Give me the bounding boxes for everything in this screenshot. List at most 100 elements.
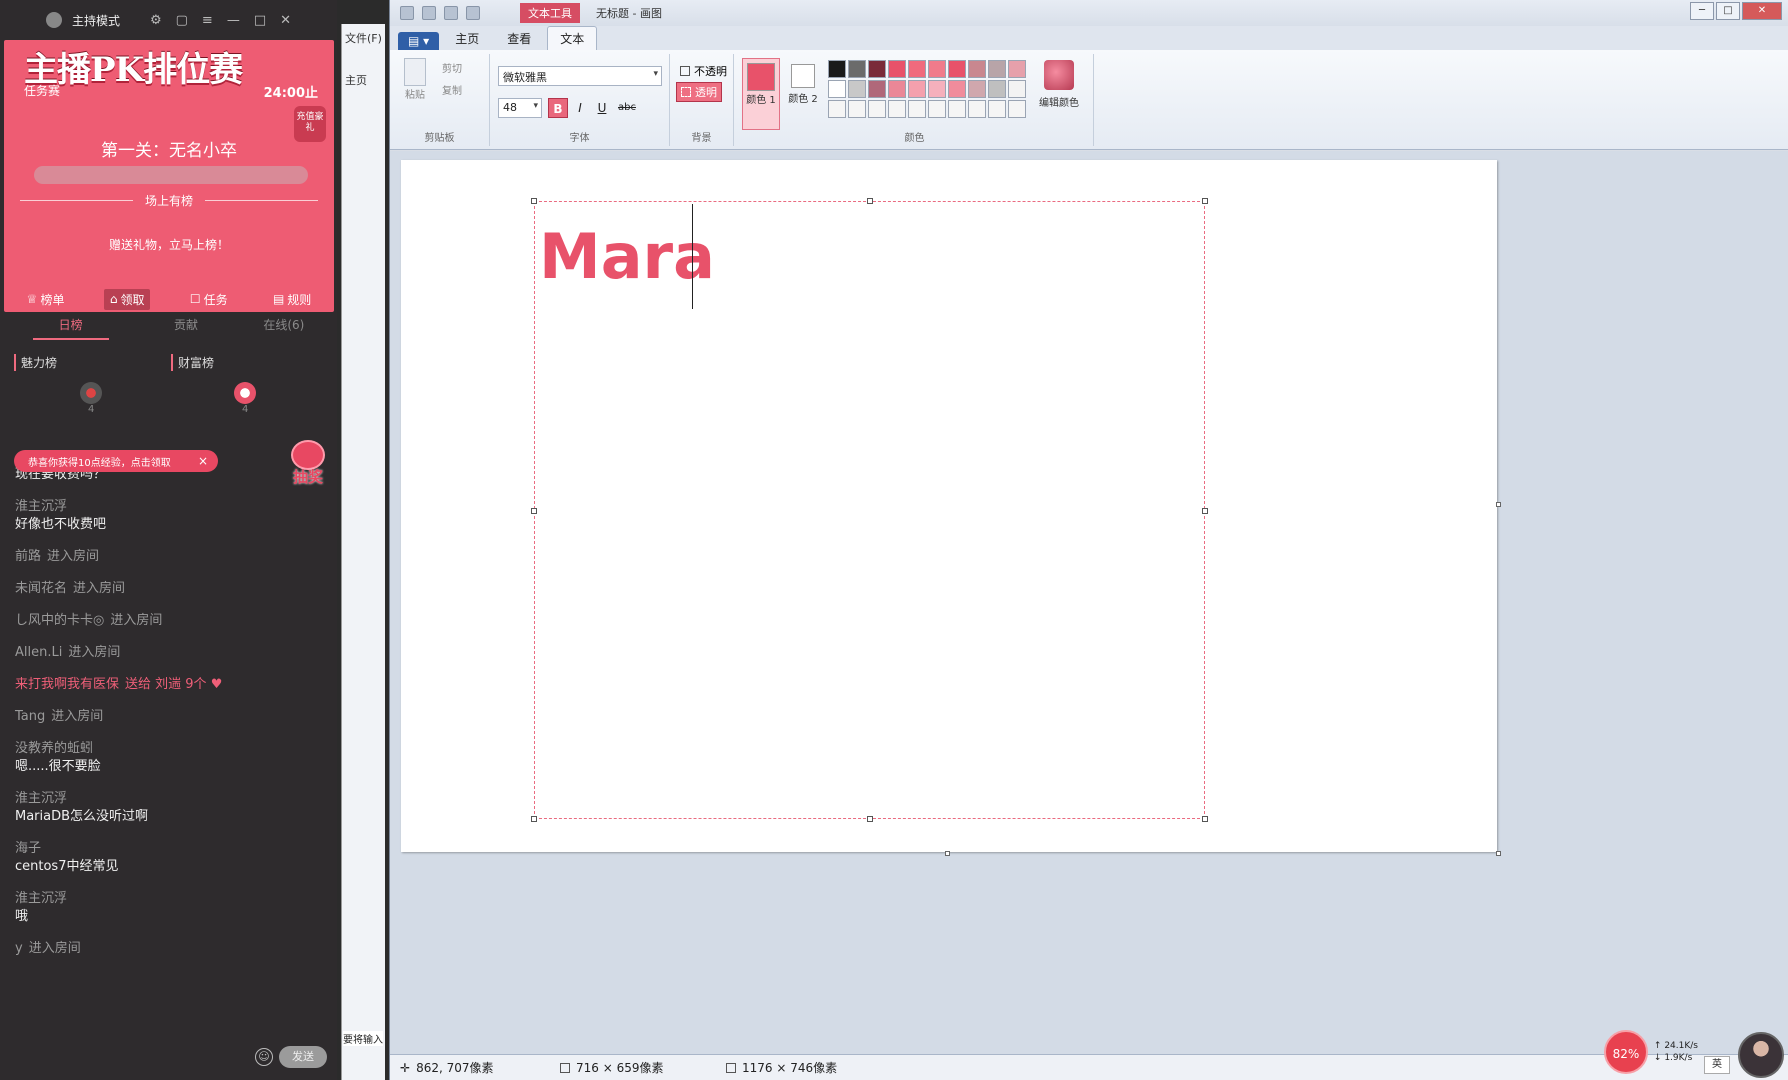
canvas-resize-handle[interactable] (1496, 502, 1501, 507)
palette-swatch[interactable] (928, 100, 946, 118)
palette-swatch[interactable] (908, 100, 926, 118)
cut-button[interactable]: 剪切 (442, 60, 462, 75)
palette-swatch[interactable] (888, 60, 906, 78)
pk-tab[interactable]: ♕ 榜单 (21, 289, 71, 310)
charm-board-label[interactable]: 魅力榜 (14, 354, 57, 371)
palette-swatch[interactable] (1008, 60, 1026, 78)
minimize-button[interactable]: ─ (1690, 2, 1714, 20)
font-size-select[interactable]: 48 ▾ (498, 98, 542, 118)
palette-swatch[interactable] (848, 60, 866, 78)
close-icon[interactable]: ✕ (280, 13, 291, 28)
app-menu-icon[interactable] (400, 6, 414, 20)
palette-swatch[interactable] (908, 80, 926, 98)
palette-swatch[interactable] (888, 80, 906, 98)
pk-tab[interactable]: ⌂ 领取 (103, 288, 151, 310)
settings-icon[interactable]: ⚙ (150, 13, 162, 28)
underline-button[interactable]: U (592, 98, 612, 118)
palette-swatch[interactable] (988, 60, 1006, 78)
palette-swatch[interactable] (868, 60, 886, 78)
canvas-text[interactable]: Mara (539, 224, 715, 290)
paint-menu-button[interactable]: ▤ ▾ (398, 32, 440, 50)
redo-icon[interactable] (466, 6, 480, 20)
paste-button[interactable]: 粘贴 (400, 58, 430, 101)
ime-indicator[interactable]: 英 (1704, 1056, 1730, 1074)
chat-username[interactable]: y (15, 941, 23, 956)
font-family-select[interactable]: 微软雅黑 ▾ (498, 66, 662, 86)
transparent-option[interactable]: 透明 (676, 82, 722, 102)
maximize-button[interactable]: □ (1716, 2, 1740, 20)
palette-swatch[interactable] (828, 80, 846, 98)
palette-swatch[interactable] (948, 60, 966, 78)
exp-reward-toast[interactable]: 恭喜你获得10点经验，点击领取 × (14, 450, 218, 472)
resize-handle[interactable] (1202, 198, 1208, 204)
palette-swatch[interactable] (948, 80, 966, 98)
chat-username[interactable]: Allen.Li (15, 645, 62, 660)
palette-swatch[interactable] (828, 100, 846, 118)
save-icon[interactable] (422, 6, 436, 20)
palette-swatch[interactable] (868, 80, 886, 98)
chat-username[interactable]: し风中的卡卡◎ (15, 613, 104, 628)
chat-username[interactable]: 海子 (15, 840, 325, 858)
canvas-resize-handle[interactable] (1496, 851, 1501, 856)
pk-tab[interactable]: ▤ 规则 (267, 289, 317, 310)
resize-handle[interactable] (531, 198, 537, 204)
italic-button[interactable]: I (570, 98, 590, 118)
chat-username[interactable]: 来打我啊我有医保 (15, 677, 119, 692)
palette-swatch[interactable] (908, 60, 926, 78)
pk-tab[interactable]: ☐ 任务 (184, 289, 234, 310)
palette-swatch[interactable] (968, 100, 986, 118)
wealth-top-avatar[interactable] (234, 382, 256, 404)
resize-handle[interactable] (867, 198, 873, 204)
rank-tab[interactable]: 贡献 (174, 316, 198, 340)
emoji-icon[interactable]: ☺ (255, 1048, 273, 1066)
chat-username[interactable]: 淮主沉浮 (15, 890, 325, 908)
chat-username[interactable]: 前路 (15, 549, 41, 564)
minimize-icon[interactable]: — (227, 13, 240, 28)
opaque-option[interactable]: 不透明 (676, 62, 731, 80)
chat-username[interactable]: 未闻花名 (15, 581, 67, 596)
background-home-tab[interactable]: 主页 (345, 72, 367, 88)
chat-username[interactable]: 淮主沉浮 (15, 498, 325, 516)
text-box-selection[interactable]: Mara (531, 198, 1208, 822)
drawing-canvas[interactable]: Mara (401, 160, 1501, 856)
bold-button[interactable]: B (548, 98, 568, 118)
resize-handle[interactable] (1202, 816, 1208, 822)
resize-handle[interactable] (531, 816, 537, 822)
wealth-board-label[interactable]: 财富榜 (170, 354, 214, 371)
background-file-tab[interactable]: 文件(F) (345, 30, 382, 46)
palette-swatch[interactable] (848, 80, 866, 98)
chat-username[interactable]: Tang (15, 709, 45, 724)
maximize-icon[interactable]: □ (254, 13, 266, 28)
chat-username[interactable]: 淮主沉浮 (15, 790, 325, 808)
palette-swatch[interactable] (1008, 100, 1026, 118)
palette-swatch[interactable] (928, 60, 946, 78)
palette-swatch[interactable] (828, 60, 846, 78)
rank-tab[interactable]: 日榜 (32, 316, 109, 340)
ribbon-tab[interactable]: 文本 (547, 26, 598, 50)
palette-swatch[interactable] (968, 60, 986, 78)
ribbon-tab[interactable]: 主页 (443, 27, 491, 50)
color1-button[interactable]: 颜色 1 (742, 58, 780, 130)
close-button[interactable]: ✕ (1742, 2, 1782, 20)
color2-button[interactable]: 颜色 2 (786, 58, 820, 130)
ribbon-tab[interactable]: 查看 (495, 27, 543, 50)
resize-handle[interactable] (531, 508, 537, 514)
edit-colors-button[interactable]: 编辑颜色 (1036, 60, 1082, 109)
toast-close-icon[interactable]: × (198, 454, 208, 468)
palette-swatch[interactable] (928, 80, 946, 98)
rank-tab[interactable]: 在线(6) (263, 316, 304, 340)
resize-handle[interactable] (867, 816, 873, 822)
palette-swatch[interactable] (1008, 80, 1026, 98)
cpu-usage-badge[interactable]: 82% (1603, 1030, 1648, 1074)
copy-button[interactable]: 复制 (442, 82, 462, 97)
menu-icon[interactable]: ≡ (202, 13, 213, 28)
mode-label[interactable]: 主持模式 (72, 12, 120, 29)
lottery-button[interactable]: 抽奖 (286, 440, 330, 490)
charm-top-avatar[interactable] (80, 382, 102, 404)
palette-swatch[interactable] (988, 80, 1006, 98)
undo-icon[interactable] (444, 6, 458, 20)
strikethrough-button[interactable]: abc (614, 98, 640, 118)
palette-swatch[interactable] (988, 100, 1006, 118)
send-button[interactable]: 发送 (279, 1046, 327, 1068)
chat-username[interactable]: 没教养的蚯蚓 (15, 740, 325, 758)
